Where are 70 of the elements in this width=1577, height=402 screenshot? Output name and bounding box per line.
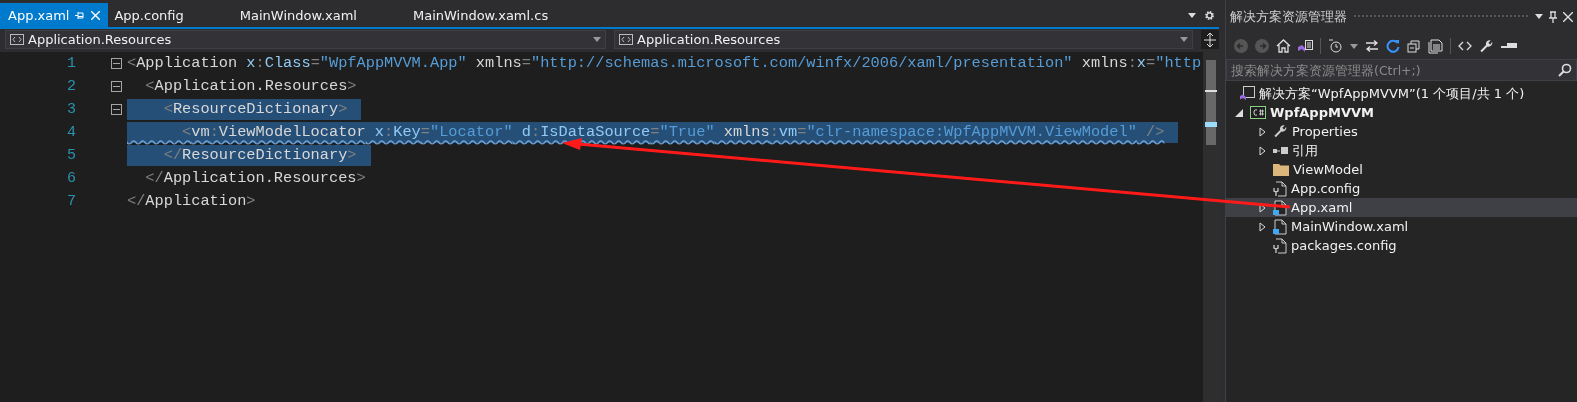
- close-icon[interactable]: [1563, 11, 1573, 22]
- tree-item[interactable]: MainWindow.xaml: [1226, 217, 1577, 236]
- line-number: 3: [66, 100, 76, 120]
- config-file-icon: [1273, 180, 1287, 197]
- search-field[interactable]: 搜索解决方案资源管理器(Ctrl+;): [1226, 59, 1577, 81]
- collapsed-arrow-icon[interactable]: [1258, 221, 1266, 232]
- solution-icon: [1240, 86, 1255, 101]
- editor-tab[interactable]: App.xaml: [0, 3, 109, 27]
- history-icon[interactable]: [1328, 39, 1343, 53]
- tree-item[interactable]: App.config: [1226, 179, 1577, 198]
- minus-icon[interactable]: [1501, 43, 1517, 49]
- collapse-button[interactable]: [111, 104, 122, 115]
- editor-tab[interactable]: MainWindow.xaml: [233, 3, 407, 27]
- pin-icon[interactable]: [1549, 10, 1557, 23]
- line-number: 6: [66, 169, 76, 189]
- sync-icon[interactable]: [1365, 40, 1379, 52]
- scope-dropdown[interactable]: Application.Resources: [5, 30, 606, 49]
- code-line: <Application x:Class="WpfAppMVVM.App" xmlns="http://schemas.microsoft.com/winfx/2006/xaml/presentation" xmlns:x="http: [127, 53, 1202, 74]
- csharp-project-icon: [1250, 106, 1266, 119]
- config-file-icon: [1273, 237, 1287, 254]
- home-icon[interactable]: [1276, 39, 1291, 53]
- caret-icon: [1188, 12, 1196, 18]
- editor-tab[interactable]: MainWindow.xaml.cs: [406, 3, 599, 27]
- solution-icon[interactable]: [1298, 39, 1313, 53]
- tree-item[interactable]: 引用: [1226, 141, 1577, 160]
- tree-item[interactable]: packages.config: [1226, 236, 1577, 255]
- vertical-scrollbar[interactable]: [1203, 52, 1219, 402]
- line-number: 5: [66, 146, 76, 166]
- collapsed-arrow-icon[interactable]: [1258, 126, 1266, 137]
- collapse-all-icon[interactable]: [1407, 39, 1421, 53]
- code-line: </Application.Resources>: [144, 168, 366, 189]
- wrench-icon[interactable]: [1479, 38, 1494, 54]
- panel-title: 解决方案资源管理器: [1230, 7, 1347, 26]
- tab-list-button[interactable]: [1188, 12, 1196, 18]
- caret-icon: [1535, 14, 1543, 19]
- collapse-button[interactable]: [111, 58, 122, 69]
- code-icon: [10, 34, 24, 45]
- tree-item[interactable]: WpfAppMVVM: [1226, 103, 1577, 122]
- solution-item[interactable]: 解决方案“WpfAppMVVM”(1 个项目/共 1 个): [1226, 84, 1577, 103]
- code-line: </Application>: [127, 191, 256, 212]
- refresh-icon[interactable]: [1386, 39, 1400, 53]
- member-dropdown[interactable]: Application.Resources: [614, 30, 1193, 49]
- caret-icon: [1180, 37, 1188, 42]
- code-icon: [619, 34, 633, 45]
- line-number: 4: [66, 123, 76, 143]
- xaml-file-icon: [1273, 218, 1287, 235]
- line-number: 7: [66, 192, 76, 212]
- line-number: 1: [66, 54, 76, 74]
- tree-item[interactable]: App.xaml: [1226, 198, 1577, 217]
- editor-tab[interactable]: App.config: [108, 3, 234, 27]
- folder-icon: [1273, 163, 1289, 176]
- line-number: 2: [66, 77, 76, 97]
- tree-item[interactable]: Properties: [1226, 122, 1577, 141]
- copy-icon[interactable]: [1428, 38, 1443, 54]
- collapse-button[interactable]: [111, 81, 122, 92]
- tree-item[interactable]: ViewModel: [1226, 160, 1577, 179]
- references-icon: [1273, 146, 1288, 155]
- collapsed-arrow-icon[interactable]: [1258, 145, 1266, 156]
- settings-icon[interactable]: [1204, 9, 1215, 21]
- caret-icon: [1350, 43, 1358, 49]
- wrench-icon: [1273, 124, 1288, 139]
- caret-icon: [593, 37, 601, 42]
- xaml-file-icon: [1273, 199, 1287, 216]
- pin-icon[interactable]: [75, 10, 86, 20]
- split-window-button[interactable]: [1201, 30, 1219, 49]
- search-icon: [1558, 63, 1572, 77]
- code-line: <Application.Resources>: [144, 76, 357, 97]
- code-view-icon[interactable]: [1458, 41, 1472, 51]
- expanded-arrow-icon[interactable]: [1235, 108, 1243, 117]
- panel-menu-button[interactable]: [1535, 14, 1543, 19]
